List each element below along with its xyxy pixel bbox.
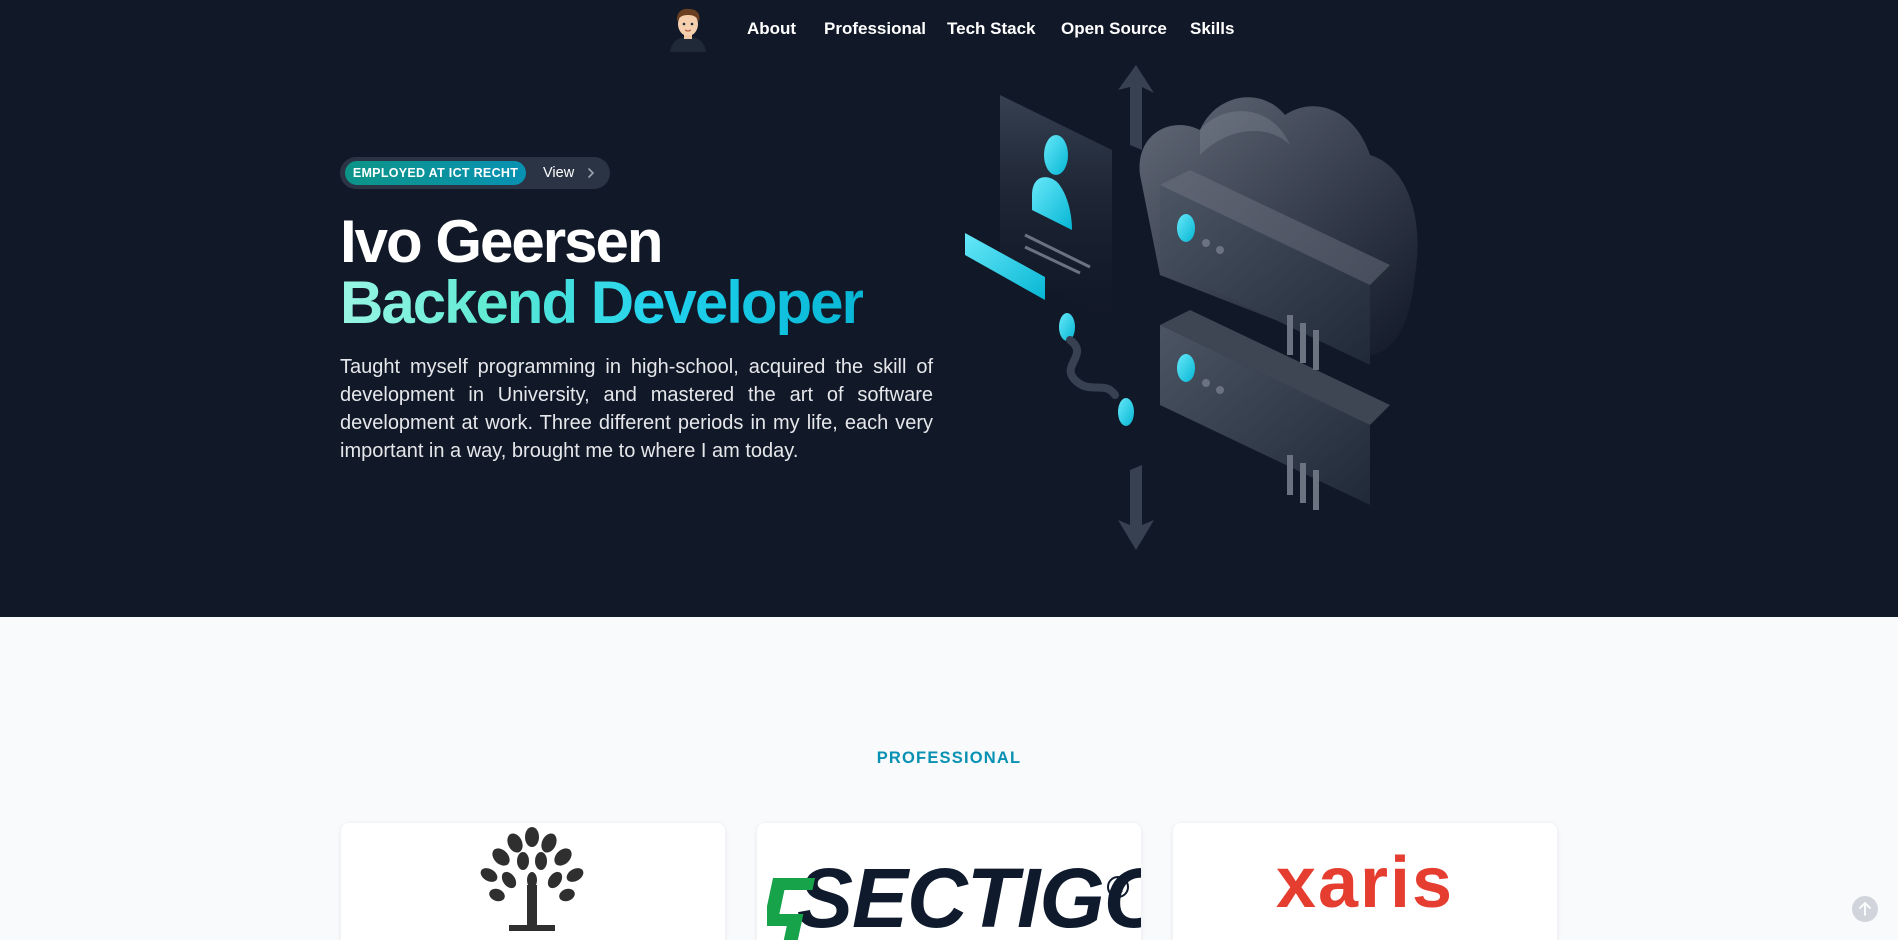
company-card-xaris[interactable]: xaris: [1173, 823, 1557, 940]
company-card-sectigo[interactable]: SECTIGO R: [757, 823, 1141, 940]
hero-name: Ivo Geersen: [340, 208, 664, 275]
employment-pill[interactable]: EMPLOYED AT ICT RECHT View: [340, 157, 610, 189]
chevron-right-icon: [588, 168, 595, 178]
hero-section: About Professional Tech Stack Open Sourc…: [0, 0, 1898, 617]
nav-link-skills[interactable]: Skills: [1190, 19, 1234, 39]
employment-badge: EMPLOYED AT ICT RECHT: [345, 161, 526, 185]
company-card-tree[interactable]: [341, 823, 725, 940]
arrow-up-icon: [1859, 901, 1871, 916]
employment-view-link[interactable]: View: [543, 164, 574, 182]
section-label-professional: PROFESSIONAL: [876, 749, 1022, 767]
registered-mark: R: [1107, 876, 1129, 898]
nav-link-professional[interactable]: Professional: [824, 19, 926, 39]
hero-role: Backend Developer: [340, 269, 865, 336]
scroll-to-top-button[interactable]: [1852, 896, 1878, 922]
tree-icon: [480, 827, 584, 931]
nav-link-open-source[interactable]: Open Source: [1061, 19, 1167, 39]
nav-link-tech-stack[interactable]: Tech Stack: [947, 19, 1036, 39]
avatar[interactable]: [667, 6, 709, 52]
cloud-server-illustration: [965, 65, 1418, 550]
nav-link-about[interactable]: About: [747, 19, 796, 39]
sectigo-s-icon: [767, 878, 815, 940]
top-nav: About Professional Tech Stack Open Sourc…: [0, 0, 1898, 58]
hero-intro: Taught myself programming in high-school…: [340, 356, 933, 462]
sectigo-logo: SECTIGO: [797, 851, 1141, 940]
xaris-logo: xaris: [1275, 843, 1455, 923]
